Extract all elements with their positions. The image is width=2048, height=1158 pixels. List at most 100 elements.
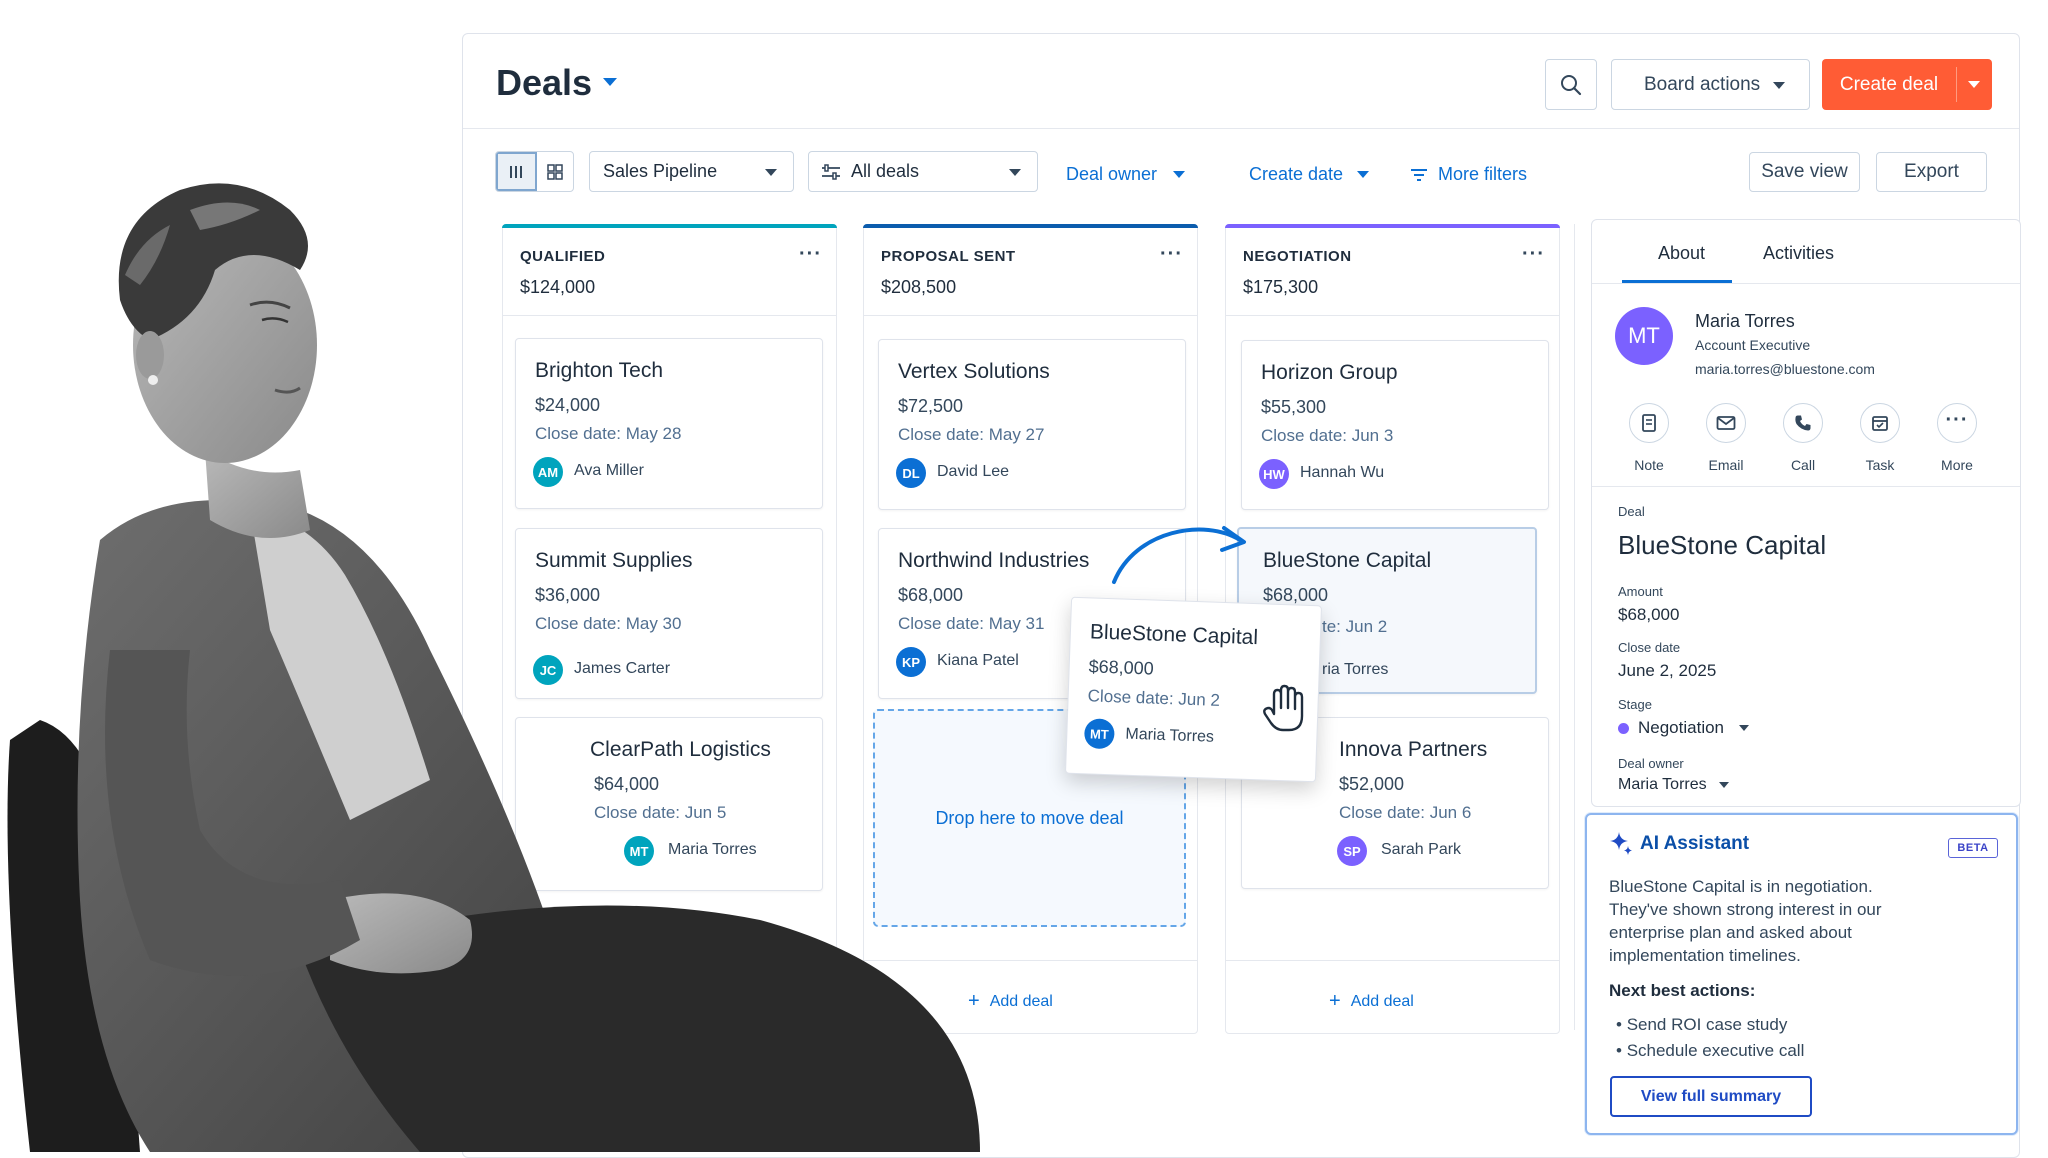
avatar: SP bbox=[1337, 836, 1367, 866]
chevron-down-icon bbox=[1739, 725, 1750, 731]
next-action-item[interactable]: • Schedule executive call bbox=[1616, 1041, 1804, 1061]
deal-owner: ria Torres bbox=[1322, 661, 1389, 678]
next-actions-title: Next best actions: bbox=[1609, 981, 1756, 1000]
pipeline-value: Sales Pipeline bbox=[603, 161, 718, 181]
deal-owner: Hannah Wu bbox=[1300, 464, 1385, 481]
deals-view-value: All deals bbox=[851, 161, 920, 181]
note-icon bbox=[1642, 414, 1656, 432]
create-deal-menu-caret-icon[interactable] bbox=[1968, 81, 1980, 88]
chevron-down-icon bbox=[1718, 782, 1729, 788]
calendar-task-icon bbox=[1872, 416, 1888, 431]
column-footer-divider bbox=[1226, 960, 1559, 961]
avatar: HW bbox=[1259, 459, 1289, 489]
avatar: MT bbox=[1083, 718, 1115, 750]
next-action-label: Send ROI case study bbox=[1626, 1015, 1788, 1034]
deal-owner: Maria Torres bbox=[1125, 725, 1215, 746]
title-dropdown-caret-icon[interactable] bbox=[603, 78, 617, 86]
search-icon bbox=[1561, 74, 1582, 95]
amount-label: Amount bbox=[1618, 584, 1663, 599]
filter-lines-icon bbox=[1411, 168, 1427, 181]
create-date-filter[interactable]: Create date bbox=[1249, 164, 1370, 185]
call-action[interactable]: Call bbox=[1773, 403, 1833, 473]
ai-assistant-title: AI Assistant bbox=[1640, 833, 1750, 854]
sparkle-icon bbox=[1610, 832, 1632, 855]
deal-close-date: Close date: Jun 6 bbox=[1339, 803, 1472, 822]
save-view-button[interactable]: Save view bbox=[1749, 152, 1860, 192]
ai-summary-text: BlueStone Capital is in negotiation. The… bbox=[1609, 877, 1882, 965]
panel-divider bbox=[1574, 224, 1575, 1030]
columns-icon bbox=[510, 165, 523, 178]
deal-amount: $68,000 bbox=[1088, 656, 1155, 679]
action-label: More bbox=[1941, 457, 1973, 473]
more-dots-icon: ··· bbox=[1945, 408, 1969, 431]
phone-icon bbox=[1795, 415, 1811, 431]
contact-name[interactable]: Maria Torres bbox=[1695, 311, 1795, 332]
deal-name: BlueStone Capital bbox=[1263, 549, 1432, 572]
chevron-down-icon bbox=[1357, 171, 1370, 178]
column-color-bar bbox=[1225, 224, 1560, 228]
add-deal-button[interactable]: + Add deal bbox=[1329, 990, 1414, 1013]
grab-hand-cursor-icon bbox=[1263, 684, 1304, 732]
action-label: Note bbox=[1634, 457, 1664, 473]
grid-icon bbox=[547, 163, 563, 180]
more-filters-button[interactable]: More filters bbox=[1410, 164, 1527, 185]
more-action[interactable]: ··· More bbox=[1927, 403, 1987, 473]
deal-amount: $52,000 bbox=[1339, 774, 1405, 794]
avatar: MT bbox=[1615, 307, 1673, 365]
column-more-icon[interactable]: ··· bbox=[1160, 243, 1183, 266]
panel-section-divider bbox=[1592, 486, 2020, 487]
create-deal-label[interactable]: Create deal bbox=[1822, 59, 1956, 110]
add-deal-button[interactable]: + Add deal bbox=[968, 990, 1053, 1013]
note-action[interactable]: Note bbox=[1619, 403, 1679, 473]
chevron-down-icon bbox=[1009, 169, 1021, 176]
chevron-down-icon bbox=[765, 169, 777, 176]
chevron-down-icon bbox=[1773, 82, 1785, 89]
contact-email[interactable]: maria.torres@bluestone.com bbox=[1695, 361, 1875, 377]
add-deal-label: Add deal bbox=[1350, 992, 1414, 1010]
tab-activities[interactable]: Activities bbox=[1763, 243, 1834, 264]
header-divider bbox=[463, 128, 2019, 129]
stage-select[interactable]: Negotiation bbox=[1618, 718, 1750, 738]
deal-name: Innova Partners bbox=[1339, 738, 1488, 761]
email-action[interactable]: Email bbox=[1696, 403, 1756, 473]
deal-owner-filter-label: Deal owner bbox=[1066, 164, 1158, 184]
create-deal-button[interactable]: Create deal bbox=[1822, 59, 1992, 110]
action-label: Task bbox=[1865, 457, 1895, 473]
create-date-filter-label: Create date bbox=[1249, 164, 1344, 184]
deal-card[interactable]: Horizon Group $55,300 Close date: Jun 3 … bbox=[1241, 340, 1549, 510]
close-date-label: Close date bbox=[1618, 640, 1681, 655]
search-button[interactable] bbox=[1545, 59, 1597, 110]
deal-owner-label: Deal owner bbox=[1618, 756, 1684, 771]
column-title: NEGOTIATION bbox=[1243, 248, 1352, 265]
split-divider bbox=[1956, 67, 1957, 102]
deal-close-date: Close date: Jun 2 bbox=[1087, 686, 1221, 710]
panel-deal-name: BlueStone Capital bbox=[1618, 530, 1827, 560]
column-more-icon[interactable]: ··· bbox=[1522, 243, 1545, 266]
deal-owner-filter[interactable]: Deal owner bbox=[1066, 164, 1186, 185]
stage-label: Stage bbox=[1618, 697, 1652, 712]
chevron-down-icon bbox=[1173, 171, 1186, 178]
page-title[interactable]: Deals bbox=[496, 62, 592, 104]
board-actions-button[interactable]: Board actions bbox=[1611, 59, 1810, 110]
deal-section-label: Deal bbox=[1618, 504, 1645, 519]
email-icon bbox=[1716, 416, 1736, 430]
deal-close-date: Close date: Jun 3 bbox=[1261, 426, 1394, 445]
plus-icon: + bbox=[1329, 990, 1341, 1012]
filter-sliders-icon bbox=[822, 163, 840, 180]
stage-dot-icon bbox=[1618, 722, 1629, 734]
close-date-value: June 2, 2025 bbox=[1618, 661, 1717, 680]
task-action[interactable]: Task bbox=[1850, 403, 1910, 473]
tab-about[interactable]: About bbox=[1658, 243, 1705, 264]
column-amount: $175,300 bbox=[1243, 277, 1319, 297]
view-full-summary-button[interactable]: View full summary bbox=[1610, 1076, 1812, 1117]
stage-value: Negotiation bbox=[1638, 718, 1725, 737]
export-button[interactable]: Export bbox=[1876, 152, 1987, 192]
action-label: Call bbox=[1790, 457, 1816, 473]
more-filters-label: More filters bbox=[1438, 164, 1528, 184]
next-action-label: Schedule executive call bbox=[1626, 1041, 1805, 1060]
next-action-item[interactable]: • Send ROI case study bbox=[1616, 1015, 1787, 1035]
deal-owner-select[interactable]: Maria Torres bbox=[1618, 776, 1729, 794]
action-label: Email bbox=[1708, 457, 1744, 473]
deal-owner: Sarah Park bbox=[1381, 841, 1462, 858]
deal-close-date: te: Jun 2 bbox=[1322, 617, 1388, 636]
